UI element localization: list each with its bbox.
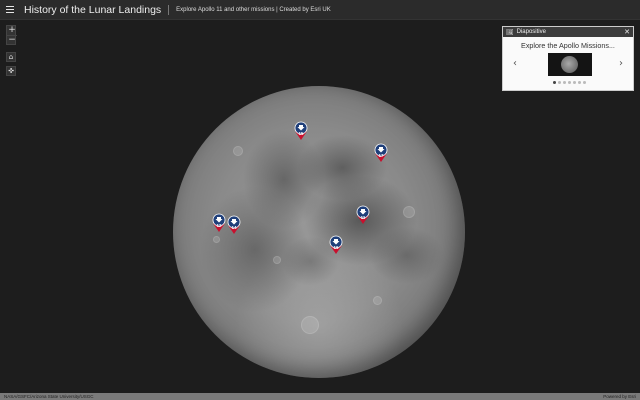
pin-label: 12	[216, 223, 222, 228]
previous-slide-button[interactable]: ‹	[513, 58, 517, 69]
attribution-text: NASA/GSFC/Arizona State University/USGC	[4, 394, 94, 399]
pin-label: 14	[231, 225, 237, 230]
apollo-17-marker[interactable]: 17	[374, 143, 388, 163]
apollo-11-marker[interactable]: 11	[356, 205, 370, 225]
slide-dot[interactable]	[567, 81, 571, 84]
zoom-control: + −	[6, 25, 17, 45]
crater	[273, 256, 281, 264]
crater	[233, 146, 243, 156]
slide-dot[interactable]	[577, 81, 581, 84]
next-slide-button[interactable]: ›	[619, 58, 623, 69]
moon-thumbnail-image	[561, 56, 578, 73]
powered-by-link[interactable]: Powered by Esri	[603, 394, 636, 399]
pin-label: 11	[360, 215, 366, 220]
slideshow-header: 🖼 Diapositive ✕	[503, 27, 633, 37]
app-subtitle: Explore Apollo 11 and other missions | C…	[176, 6, 331, 13]
zoom-in-button[interactable]: +	[7, 26, 17, 35]
apollo-16-marker[interactable]: 16	[329, 235, 343, 255]
zoom-out-button[interactable]: −	[7, 35, 17, 45]
slide-thumbnail[interactable]	[548, 53, 592, 76]
slideshow-panel: 🖼 Diapositive ✕ Explore the Apollo Missi…	[502, 26, 634, 91]
slide-dot[interactable]	[582, 81, 586, 84]
app-title: History of the Lunar Landings	[24, 3, 162, 16]
pin-label: 15	[298, 131, 304, 136]
slide-dot[interactable]	[572, 81, 576, 84]
apollo-15-marker[interactable]: 15	[294, 121, 308, 141]
menu-icon[interactable]	[6, 0, 22, 20]
home-button[interactable]: ⌂	[6, 52, 16, 62]
locate-button[interactable]: ✜	[6, 66, 16, 76]
crater	[403, 206, 415, 218]
close-button[interactable]: ✕	[624, 28, 630, 36]
pin-label: 17	[378, 153, 384, 158]
apollo-12-marker[interactable]: 12	[212, 213, 226, 233]
slide-dot[interactable]	[562, 81, 566, 84]
apollo-14-marker[interactable]: 14	[227, 215, 241, 235]
slide-indicator	[503, 81, 635, 84]
header-divider	[168, 4, 170, 15]
image-icon: 🖼	[506, 28, 514, 36]
attribution-bar: NASA/GSFC/Arizona State University/USGC …	[0, 393, 640, 400]
crater	[373, 296, 382, 305]
app-header: History of the Lunar Landings Explore Ap…	[0, 0, 640, 20]
slide-dot[interactable]	[552, 81, 556, 84]
pin-label: 16	[333, 245, 339, 250]
slide-dot[interactable]	[557, 81, 561, 84]
crater	[301, 316, 319, 334]
crater	[213, 236, 220, 243]
slideshow-header-title: Diapositive	[516, 29, 546, 35]
slide-title: Explore the Apollo Missions...	[521, 41, 615, 50]
